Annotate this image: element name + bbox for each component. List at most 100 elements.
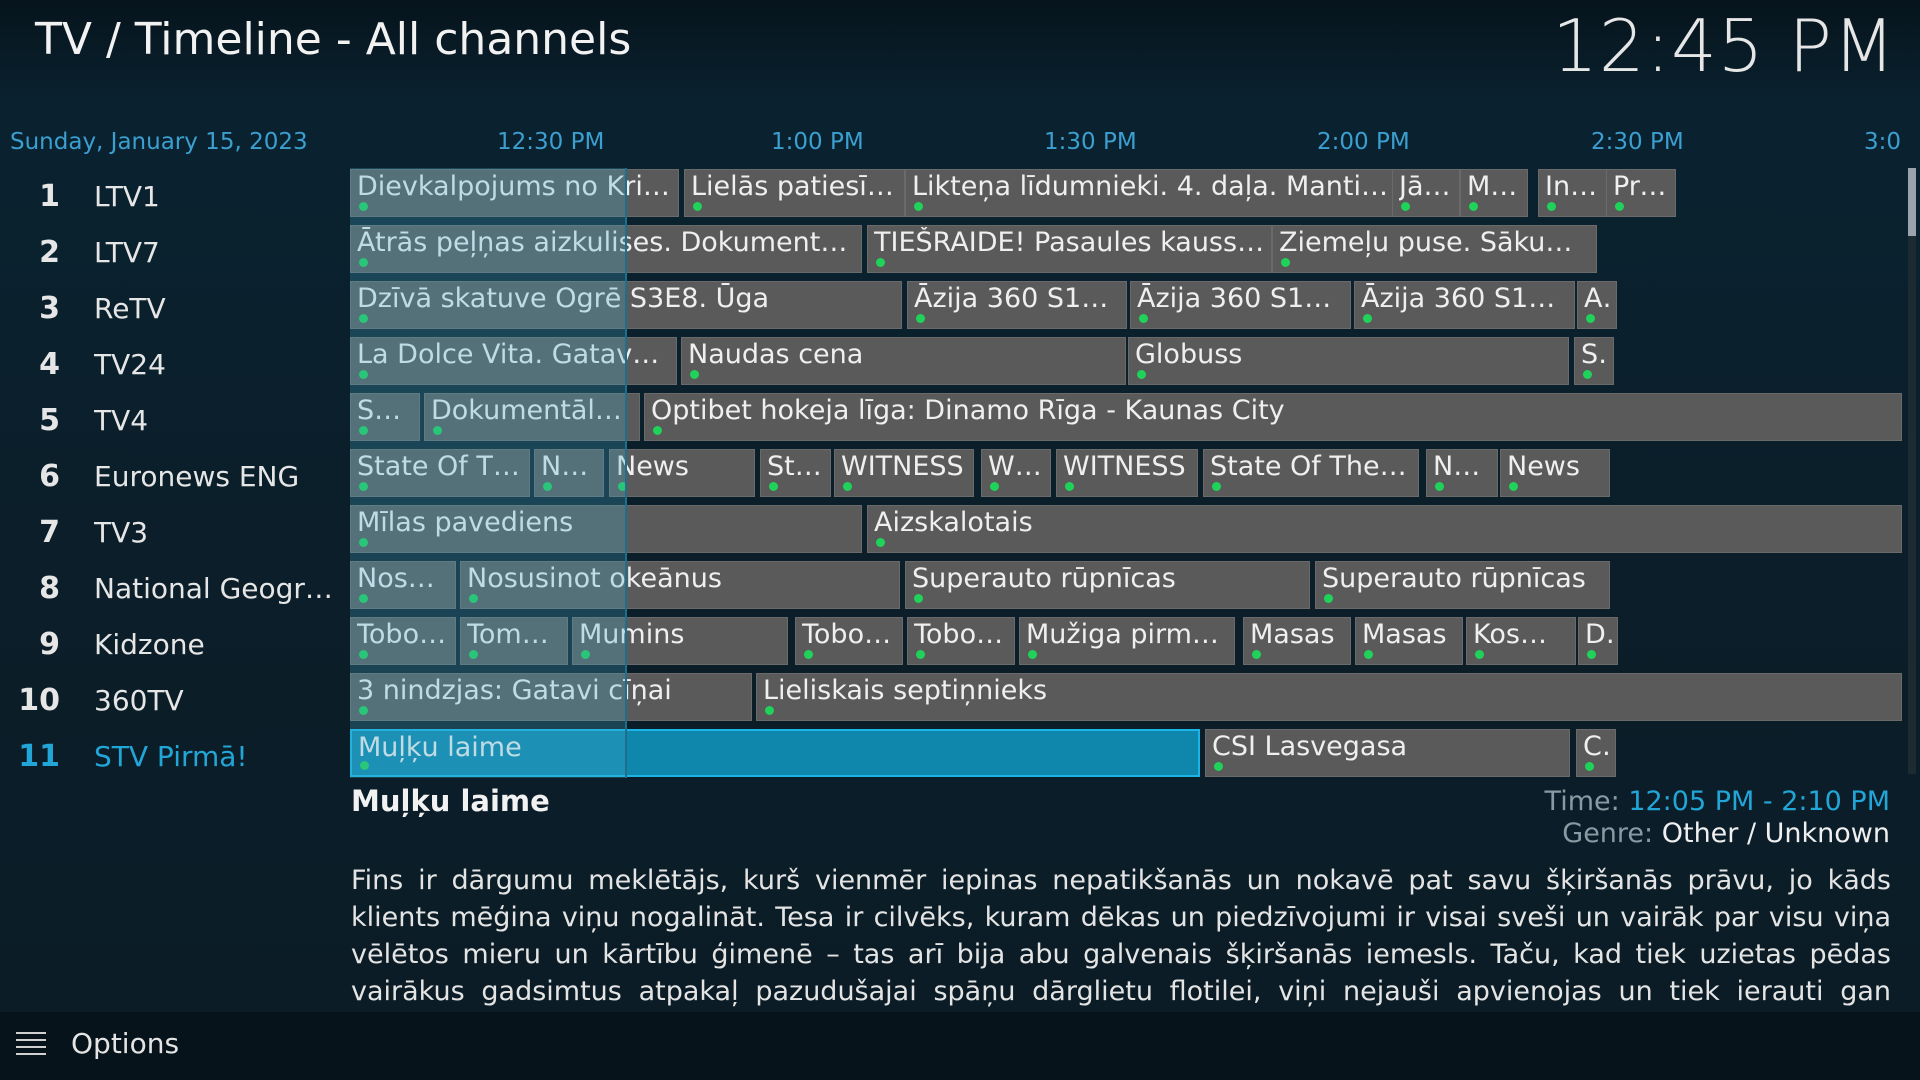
program-cell[interactable]: De	[1578, 617, 1618, 665]
program-cell[interactable]: CSI	[1576, 729, 1616, 777]
program-cell[interactable]: Ātrās peļņas aizkulises. Dokumentāla fil…	[350, 225, 862, 273]
channel-row-360tv[interactable]: 10 360TV	[0, 672, 350, 728]
program-cell[interactable]: Kosmos...	[1466, 617, 1576, 665]
program-cell[interactable]: Aizskalotais	[867, 505, 1902, 553]
vertical-scrollbar[interactable]	[1908, 168, 1916, 774]
program-title-text: De	[1585, 619, 1613, 650]
program-cell[interactable]: Saru...	[350, 393, 420, 441]
genre-label: Genre:	[1562, 818, 1654, 849]
program-cell[interactable]: STU	[1574, 337, 1614, 385]
program-cell[interactable]: Ziemeļu puse. Sākums (atkārto	[1272, 225, 1597, 273]
program-cell[interactable]: News	[534, 449, 604, 497]
program-cell[interactable]: Lielās patiesības (...	[684, 169, 905, 217]
live-indicator-icon	[1587, 650, 1596, 659]
channel-name: 360TV	[94, 683, 184, 717]
program-cell[interactable]: Tomass...	[460, 617, 568, 665]
live-indicator-icon	[1364, 650, 1373, 659]
menu-icon[interactable]	[16, 1032, 46, 1056]
live-indicator-icon	[876, 258, 885, 267]
program-title-text: State Of The U...	[357, 451, 525, 482]
channel-row-kidzone[interactable]: 9 Kidzone	[0, 616, 350, 672]
channel-number: 4	[39, 346, 60, 382]
scrollbar-thumb[interactable]	[1908, 168, 1916, 236]
program-title-text: Aut	[1584, 283, 1612, 314]
program-cell[interactable]: Toboti: ...	[795, 617, 903, 665]
program-cell[interactable]: News	[1500, 449, 1610, 497]
channel-row-ltv1[interactable]: 1 LTV1	[0, 168, 350, 224]
channel-row-euronews[interactable]: 6 Euronews ENG	[0, 448, 350, 504]
program-cell[interactable]: CSI Lasvegasa	[1205, 729, 1570, 777]
program-cell[interactable]: Provin	[1606, 169, 1676, 217]
channel-number: 11	[18, 738, 60, 774]
program-cell[interactable]: Masas	[1355, 617, 1463, 665]
program-cell[interactable]: La Dolce Vita. Gatavo gudri!	[350, 337, 677, 385]
program-cell[interactable]: Dievkalpojums no Kristus Pi...	[350, 169, 679, 217]
program-title-text: Jānis...	[1399, 171, 1455, 202]
program-cell[interactable]: News	[1426, 449, 1498, 497]
program-cell[interactable]: Jānis...	[1392, 169, 1460, 217]
live-indicator-icon	[1214, 762, 1223, 771]
time-label: Time:	[1544, 786, 1620, 817]
channel-name: Kidzone	[94, 627, 205, 661]
program-cell[interactable]: Dzīvā skatuve Ogrē S3E8. Ūga	[350, 281, 902, 329]
program-cell[interactable]: Āzija 360 S1E53. U...	[1130, 281, 1351, 329]
program-cell[interactable]: Mār...	[1460, 169, 1528, 217]
program-cell[interactable]: Mumins	[572, 617, 788, 665]
program-cell[interactable]: Aut	[1577, 281, 1617, 329]
program-cell[interactable]: WITNESS	[1056, 449, 1198, 497]
program-cell[interactable]: WITNESS	[834, 449, 974, 497]
program-cell[interactable]: Āzija 360 S1E54. D...	[1354, 281, 1575, 329]
program-cell[interactable]: Toboti: ...	[907, 617, 1015, 665]
program-cell[interactable]: Superauto rūpnīcas	[905, 561, 1310, 609]
program-cell[interactable]: Naudas cena	[681, 337, 1126, 385]
program-title-text: Mumins	[579, 619, 685, 650]
program-cell[interactable]: 3 nindzjas: Gatavi cīņai	[350, 673, 752, 721]
program-cell[interactable]: Toboti: ...	[350, 617, 456, 665]
live-indicator-icon	[843, 482, 852, 491]
program-title-text: News	[1433, 451, 1493, 482]
program-cell[interactable]: Optibet hokeja līga: Dinamo Rīga - Kauna…	[644, 393, 1902, 441]
program-cell[interactable]: Stat...	[760, 449, 831, 497]
options-button[interactable]: Options	[71, 1027, 179, 1060]
program-cell[interactable]: State Of The Union	[1203, 449, 1419, 497]
program-cell[interactable]: News	[609, 449, 755, 497]
program-cell[interactable]: Āzija 360 S1E52. Je...	[907, 281, 1127, 329]
program-cell[interactable]: Nosusinot okeānus	[460, 561, 900, 609]
program-cell[interactable]: Mīlas pavediens	[350, 505, 862, 553]
genre-value: Other / Unknown	[1661, 818, 1890, 849]
program-cell[interactable]: TIEŠRAIDE! Pasaules kauss biatlonā...	[867, 225, 1272, 273]
program-cell[interactable]: State Of The U...	[350, 449, 530, 497]
program-cell[interactable]: Dokumentāls stās...	[424, 393, 640, 441]
program-title-text: La Dolce Vita. Gatavo gudri!	[357, 339, 672, 370]
channel-row-retv[interactable]: 3 ReTV	[0, 280, 350, 336]
live-indicator-icon	[1475, 650, 1484, 659]
time-marker: 2:00 PM	[1317, 129, 1410, 155]
program-title-text: Mār...	[1467, 171, 1523, 202]
program-cell[interactable]: Mužiga pirmdiena	[1019, 617, 1235, 665]
program-cell[interactable]: Nosusi...	[350, 561, 456, 609]
live-indicator-icon	[876, 538, 885, 547]
channel-row-stv-pirma[interactable]: 11 STV Pirmā!	[0, 728, 350, 784]
channel-name: STV Pirmā!	[94, 739, 248, 773]
program-cell[interactable]: Superauto rūpnīcas	[1315, 561, 1610, 609]
live-indicator-icon	[1212, 482, 1221, 491]
program-cell[interactable]: Lieliskais septiņnieks	[756, 673, 1902, 721]
channel-row-natgeo[interactable]: 8 National Geogra...	[0, 560, 350, 616]
program-cell-selected[interactable]: Muļķu laime	[350, 729, 1200, 777]
live-indicator-icon	[543, 482, 552, 491]
channel-row-tv4[interactable]: 5 TV4	[0, 392, 350, 448]
program-cell[interactable]: WIT...	[981, 449, 1051, 497]
live-indicator-icon	[990, 482, 999, 491]
channel-row-ltv7[interactable]: 2 LTV7	[0, 224, 350, 280]
program-cell[interactable]: Inta ...	[1538, 169, 1607, 217]
channel-number: 3	[39, 290, 60, 326]
channel-number: 1	[39, 178, 60, 214]
program-cell[interactable]: Globuss	[1128, 337, 1569, 385]
live-indicator-icon	[1028, 650, 1037, 659]
program-cell[interactable]: Masas	[1243, 617, 1351, 665]
program-title-text: Lieliskais septiņnieks	[763, 675, 1048, 706]
channel-row-tv3[interactable]: 7 TV3	[0, 504, 350, 560]
time-marker: 1:30 PM	[1044, 129, 1137, 155]
program-cell[interactable]: Likteņa līdumnieki. 4. daļa. Mantini...	[905, 169, 1405, 217]
channel-row-tv24[interactable]: 4 TV24	[0, 336, 350, 392]
